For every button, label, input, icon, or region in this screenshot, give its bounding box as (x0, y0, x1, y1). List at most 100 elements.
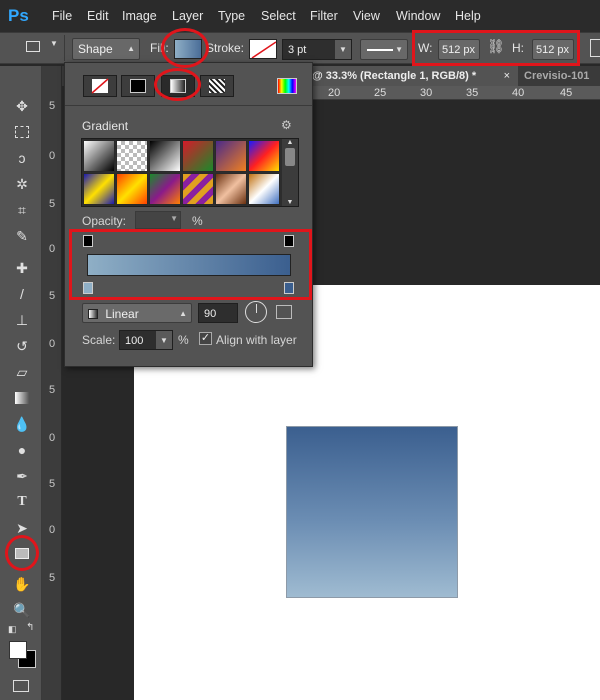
scale-value: 100 (125, 335, 144, 347)
gradient-tool-icon[interactable] (12, 388, 32, 408)
gradient-preset-swatch[interactable] (248, 140, 280, 172)
ruler-number: 25 (374, 87, 387, 99)
gradient-type-value: Linear (105, 307, 139, 321)
quick-mask-icon[interactable] (13, 680, 29, 692)
gradient-preset-swatch[interactable] (149, 173, 181, 205)
angle-input[interactable]: 90 (198, 303, 238, 323)
blur-tool-icon[interactable]: 💧 (12, 414, 32, 434)
stroke-swatch[interactable] (249, 39, 277, 59)
fill-popup-panel: Gradient ⚙ ▲ ▼ Opacity: ▼ % Linear ▲ 90 … (64, 62, 313, 367)
gradient-preset-swatch[interactable] (116, 173, 148, 205)
updown-icon: ▲ (127, 44, 135, 53)
path-ops-icon[interactable] (590, 39, 600, 57)
color-picker-icon[interactable] (277, 78, 297, 94)
swap-colors-icon[interactable]: ↰ (26, 622, 34, 633)
scroll-down-icon[interactable]: ▼ (282, 199, 298, 206)
clone-stamp-tool-icon[interactable]: ⊥ (12, 310, 32, 330)
gradient-presets-grid: ▲ ▼ (81, 138, 299, 207)
menu-window[interactable]: Window (396, 0, 440, 32)
pattern-fill-button[interactable] (200, 75, 234, 97)
gradient-preset-swatch[interactable] (83, 173, 115, 205)
dimensions-highlight (412, 30, 580, 66)
solid-color-button[interactable] (121, 75, 155, 97)
divider (65, 105, 312, 106)
angle-dial[interactable] (245, 301, 267, 323)
mode-select[interactable]: Shape ▲ (72, 38, 140, 60)
foreground-color-swatch[interactable] (9, 641, 27, 659)
chevron-down-icon[interactable]: ▼ (335, 40, 351, 59)
zoom-tool-icon[interactable]: 🔍 (12, 600, 32, 620)
scroll-thumb[interactable] (285, 148, 295, 166)
tab-close-icon[interactable]: × (504, 66, 510, 86)
menu-select[interactable]: Select (261, 0, 296, 32)
scroll-up-icon[interactable]: ▲ (282, 139, 298, 146)
gradient-preset-swatch[interactable] (215, 173, 247, 205)
menu-view[interactable]: View (353, 0, 380, 32)
opacity-label: Opacity: (82, 214, 127, 228)
crop-tool-icon[interactable]: ⌗ (12, 200, 32, 220)
rectangle-tool-highlight (5, 535, 39, 571)
gear-icon[interactable]: ⚙ (281, 118, 292, 132)
ruler-number: 0 (48, 338, 56, 350)
magic-wand-tool-icon[interactable]: ✲ (12, 174, 32, 194)
gradient-preset-swatch[interactable] (182, 140, 214, 172)
presets-scrollbar[interactable]: ▲ ▼ (282, 139, 298, 206)
stroke-type-select[interactable]: ▼ (360, 39, 408, 60)
brush-tool-icon[interactable]: / (12, 284, 32, 304)
ruler-number: 45 (560, 87, 573, 99)
marquee-tool-icon[interactable] (12, 122, 32, 142)
chevron-down-icon[interactable]: ▼ (156, 331, 172, 349)
tool-preset-icon[interactable] (26, 41, 40, 52)
menu-filter[interactable]: Filter (310, 0, 338, 32)
eraser-tool-icon[interactable]: ▱ (12, 362, 32, 382)
scale-input[interactable]: 100 ▼ (119, 330, 173, 350)
tab-other-document[interactable]: Crevisio-101 (524, 66, 600, 86)
menu-file[interactable]: File (52, 0, 72, 32)
healing-brush-tool-icon[interactable]: ✚ (12, 258, 32, 278)
menu-edit[interactable]: Edit (87, 0, 109, 32)
history-brush-tool-icon[interactable]: ↺ (12, 336, 32, 356)
pattern-icon (209, 79, 225, 93)
pen-tool-icon[interactable]: ✒ (12, 466, 32, 486)
chevron-down-icon[interactable]: ▼ (170, 214, 178, 223)
eyedropper-tool-icon[interactable]: ✎ (12, 226, 32, 246)
no-color-button[interactable] (83, 75, 117, 97)
line-style-icon (367, 49, 393, 51)
tab-active-document[interactable]: @ 33.3% (Rectangle 1, RGB/8) * × (312, 66, 518, 86)
gradient-preset-swatch[interactable] (116, 140, 148, 172)
stroke-label: Stroke: (206, 41, 245, 55)
photoshop-logo: Ps (8, 6, 29, 25)
reverse-gradient-icon[interactable] (276, 305, 292, 319)
gradient-preset-swatch[interactable] (215, 140, 247, 172)
gradient-preset-swatch[interactable] (83, 140, 115, 172)
hand-tool-icon[interactable]: ✋ (12, 574, 32, 594)
ruler-number: 5 (48, 384, 56, 396)
ruler-number: 30 (420, 87, 433, 99)
dodge-tool-icon[interactable]: ● (12, 440, 32, 460)
ruler-number: 0 (48, 524, 56, 536)
fill-swatch-highlight (161, 28, 209, 68)
gradient-preset-swatch[interactable] (149, 140, 181, 172)
lasso-tool-icon[interactable]: ↄ (12, 148, 32, 168)
no-color-icon (91, 78, 109, 94)
linear-gradient-icon (88, 309, 98, 319)
stroke-width-input[interactable]: 3 pt ▼ (282, 39, 352, 60)
gradient-preset-swatch[interactable] (248, 173, 280, 205)
ruler-number: 5 (48, 572, 56, 584)
align-with-layer-label: Align with layer (216, 333, 297, 347)
gradient-type-select[interactable]: Linear ▲ (82, 303, 192, 323)
gradient-preset-swatch[interactable] (182, 173, 214, 205)
menu-type[interactable]: Type (218, 0, 245, 32)
stroke-width-value: 3 pt (288, 44, 307, 56)
default-colors-icon[interactable]: ◧ (8, 624, 17, 635)
type-tool-icon[interactable]: T (12, 492, 32, 512)
align-with-layer-checkbox[interactable]: ✓ (199, 332, 212, 345)
divider (64, 35, 65, 61)
menu-help[interactable]: Help (455, 0, 481, 32)
opacity-input[interactable]: ▼ (135, 211, 181, 229)
menu-image[interactable]: Image (122, 0, 157, 32)
chevron-down-icon[interactable]: ▼ (50, 39, 58, 48)
rectangle-shape-layer[interactable] (286, 426, 458, 598)
ruler-number: 5 (48, 198, 56, 210)
move-tool-icon[interactable]: ✥ (12, 96, 32, 116)
